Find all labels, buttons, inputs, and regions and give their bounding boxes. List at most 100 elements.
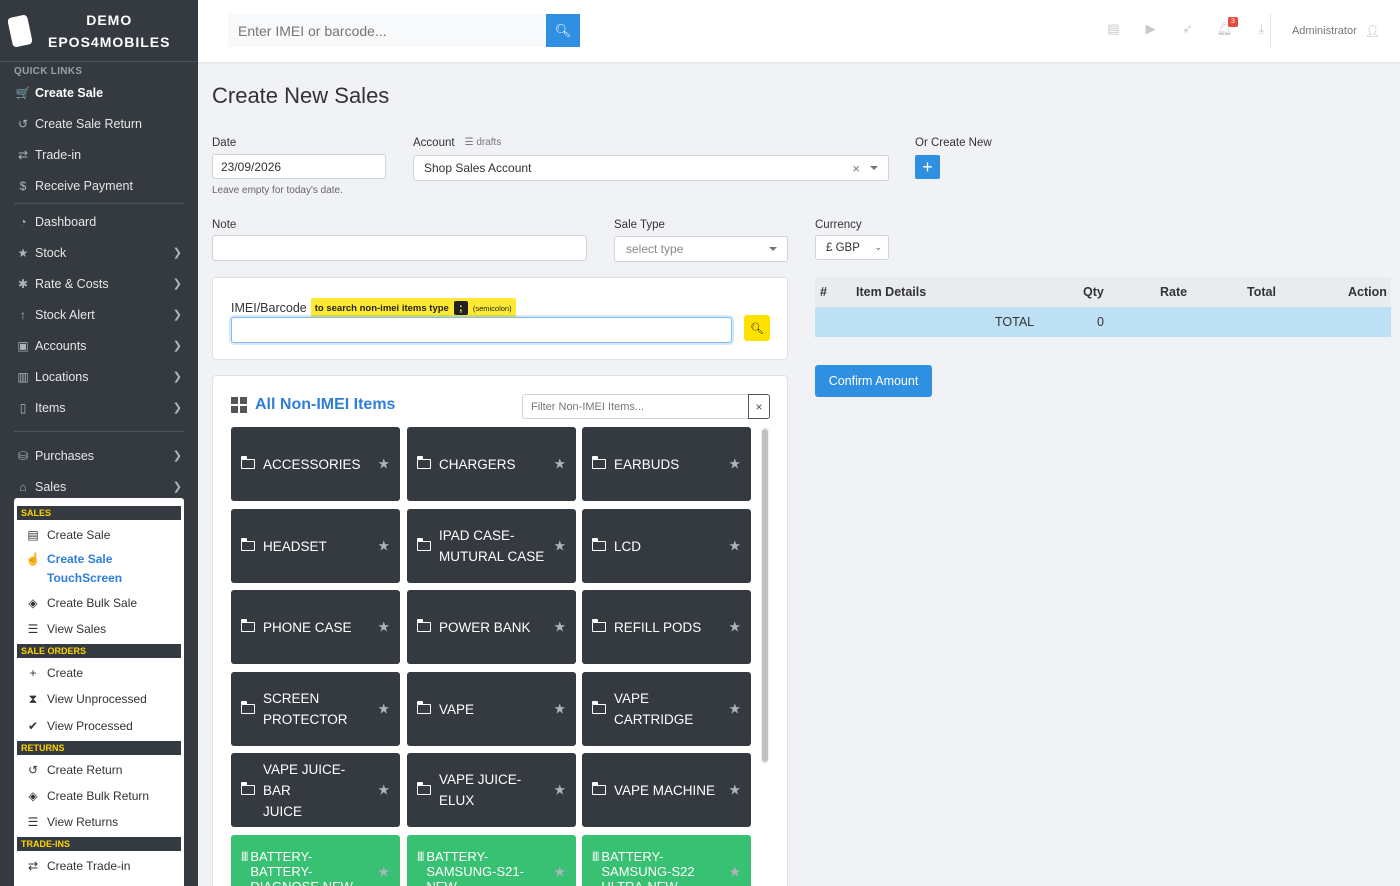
product-tile[interactable]: ||||BATTERY-SAMSUNG-S22ULTRA-NEW ★ <box>582 835 751 886</box>
submenu-create-bulk-sale[interactable]: ◈ Create Bulk Sale <box>17 590 181 616</box>
imei-barcode-input[interactable] <box>231 317 732 343</box>
scrollbar-thumb[interactable] <box>762 429 768 762</box>
submenu-create-sale-touchscreen[interactable]: ☝ Create Sale TouchScreen <box>17 548 181 590</box>
star-icon[interactable]: ★ <box>553 536 566 557</box>
account-select[interactable]: Shop Sales Account × <box>413 155 889 181</box>
user-menu[interactable]: Administrator 👤︎ <box>1292 24 1380 38</box>
notification-badge: 3 <box>1228 17 1238 27</box>
create-account-button[interactable]: + <box>915 155 940 179</box>
submenu-view-sales[interactable]: ☰ View Sales <box>17 616 181 642</box>
sidebar-item-purchases[interactable]: ⛁ Purchases ❯ <box>0 440 198 471</box>
category-tile[interactable]: VAPE JUICE- ELUX ★ <box>407 753 576 827</box>
category-tile[interactable]: PHONE CASE ★ <box>231 590 400 664</box>
sidebar-item-create-sale[interactable]: 🛒 Create Sale <box>0 77 198 108</box>
category-tile[interactable]: HEADSET ★ <box>231 509 400 583</box>
category-tile[interactable]: VAPE JUICE-BAR JUICE ★ <box>231 753 400 827</box>
star-icon[interactable]: ★ <box>553 864 566 880</box>
clear-filter-button[interactable]: × <box>748 394 770 419</box>
submenu-create-order[interactable]: + Create <box>17 660 181 686</box>
col-action: Action <box>1348 285 1387 299</box>
confirm-amount-button[interactable]: Confirm Amount <box>815 365 932 397</box>
bell-icon[interactable]: 🔔︎ 3 <box>1216 17 1238 38</box>
sidebar-item-label: Rate & Costs <box>35 276 109 291</box>
sidebar-item-receive-payment[interactable]: $ Receive Payment <box>0 170 198 201</box>
sidebar-item-rate-costs[interactable]: ✱ Rate & Costs ❯ <box>0 268 198 299</box>
category-tile[interactable]: POWER BANK ★ <box>407 590 576 664</box>
sale-type-select[interactable]: select type <box>614 236 788 262</box>
inbox-icon: ⛁ <box>17 448 29 463</box>
category-tile[interactable]: VAPE ★ <box>407 672 576 746</box>
tile-label: VAPE MACHINE <box>614 782 716 798</box>
submenu-view-processed[interactable]: ✔ View Processed <box>17 713 181 739</box>
submenu-view-unprocessed[interactable]: ⧗ View Unprocessed <box>17 686 181 713</box>
category-tile[interactable]: REFILL PODS ★ <box>582 590 751 664</box>
star-icon[interactable]: ★ <box>377 536 390 557</box>
brand[interactable]: DEMO EPOS4MOBILES <box>0 0 198 62</box>
category-tile[interactable]: CHARGERS ★ <box>407 427 576 501</box>
submenu-create-bulk-return[interactable]: ◈ Create Bulk Return <box>17 783 181 809</box>
drafts-link[interactable]: ☰ drafts <box>465 137 502 149</box>
sidebar-item-create-sale-return[interactable]: ↺ Create Sale Return <box>0 108 198 139</box>
sidebar-item-stock[interactable]: ★ Stock ❯ <box>0 237 198 268</box>
date-field[interactable]: 23/09/2026 <box>212 154 386 179</box>
submenu-view-returns[interactable]: ☰ View Returns <box>17 809 181 835</box>
note-input[interactable] <box>212 235 587 261</box>
sidebar-item-items[interactable]: ▯ Items ❯ <box>0 392 198 423</box>
star-icon[interactable]: ★ <box>728 780 741 801</box>
star-icon[interactable]: ★ <box>728 617 741 638</box>
star-icon[interactable]: ★ <box>553 617 566 638</box>
category-tile[interactable]: VAPE CARTRIDGE ★ <box>582 672 751 746</box>
tiles-scrollbar[interactable] <box>761 427 769 764</box>
category-tile[interactable]: VAPE MACHINE ★ <box>582 753 751 827</box>
folder-open-icon <box>591 619 606 632</box>
star-icon[interactable]: ★ <box>377 454 390 475</box>
tile-label: POWER BANK <box>439 619 531 635</box>
filter-items-input[interactable]: Filter Non-IMEI Items... <box>522 394 749 419</box>
note-label: Note <box>212 219 237 231</box>
star-icon[interactable]: ★ <box>728 699 741 720</box>
clear-account-icon[interactable]: × <box>852 161 860 176</box>
category-tile[interactable]: ACCESSORIES ★ <box>231 427 400 501</box>
touch-label-2: TouchScreen <box>47 571 123 585</box>
star-icon[interactable]: ★ <box>377 699 390 720</box>
star-icon[interactable]: ★ <box>377 617 390 638</box>
star-icon[interactable]: ★ <box>728 454 741 475</box>
cash-register-icon[interactable]: ▤ <box>1105 21 1122 38</box>
star-icon[interactable]: ★ <box>553 780 566 801</box>
imei-search-button[interactable]: 🔍︎ <box>744 315 770 341</box>
barcode-icon: |||| <box>592 851 599 862</box>
category-tile[interactable]: SCREEN PROTECTOR ★ <box>231 672 400 746</box>
folder-open-icon <box>240 538 255 551</box>
product-tile[interactable]: ||||BATTERY-SAMSUNG-S21-NEW ★ <box>407 835 576 886</box>
sidebar-item-dashboard[interactable]: ◔ Dashboard <box>0 206 198 237</box>
imei-search-input[interactable] <box>228 14 546 47</box>
download-icon[interactable]: ⤓ <box>1253 21 1270 38</box>
star-icon[interactable]: ★ <box>553 454 566 475</box>
star-icon[interactable]: ★ <box>377 780 390 801</box>
sidebar-item-locations[interactable]: ▥ Locations ❯ <box>0 361 198 392</box>
submenu-create-return[interactable]: ↺ Create Return <box>17 757 181 783</box>
sales-header: SALES <box>17 506 181 520</box>
list-icon: ☰ <box>464 137 474 148</box>
currency-select[interactable]: £ GBP ⌄ <box>815 235 889 260</box>
submenu-create-sale[interactable]: ▤ Create Sale <box>17 522 181 548</box>
category-tile[interactable]: IPAD CASE- MUTURAL CASE ★ <box>407 509 576 583</box>
sidebar-item-stock-alert[interactable]: ↑ Stock Alert ❯ <box>0 299 198 330</box>
arrow-up-icon: ↑ <box>20 307 26 322</box>
brand-line2: EPOS4MOBILES <box>48 33 171 50</box>
star-icon[interactable]: ★ <box>728 864 741 880</box>
star-icon[interactable]: ★ <box>553 699 566 720</box>
play-circle-icon[interactable]: ▶ <box>1142 21 1159 38</box>
star-icon[interactable]: ★ <box>377 864 390 880</box>
category-tile[interactable]: LCD ★ <box>582 509 751 583</box>
map-icon: ▥ <box>17 369 29 384</box>
search-button[interactable]: 🔍︎ <box>546 14 580 47</box>
rocket-icon[interactable]: ➶ <box>1179 21 1196 38</box>
category-tile[interactable]: EARBUDS ★ <box>582 427 751 501</box>
barcode-icon: |||| <box>417 851 424 862</box>
sidebar-item-trade-in[interactable]: ⇄ Trade-in <box>0 139 198 170</box>
star-icon[interactable]: ★ <box>728 536 741 557</box>
product-tile[interactable]: ||||BATTERY-BATTERY-DIAGNOSE NEW★ <box>231 835 400 886</box>
submenu-create-tradein[interactable]: ⇄ Create Trade-in <box>17 853 181 879</box>
sidebar-item-accounts[interactable]: ▣ Accounts ❯ <box>0 330 198 361</box>
